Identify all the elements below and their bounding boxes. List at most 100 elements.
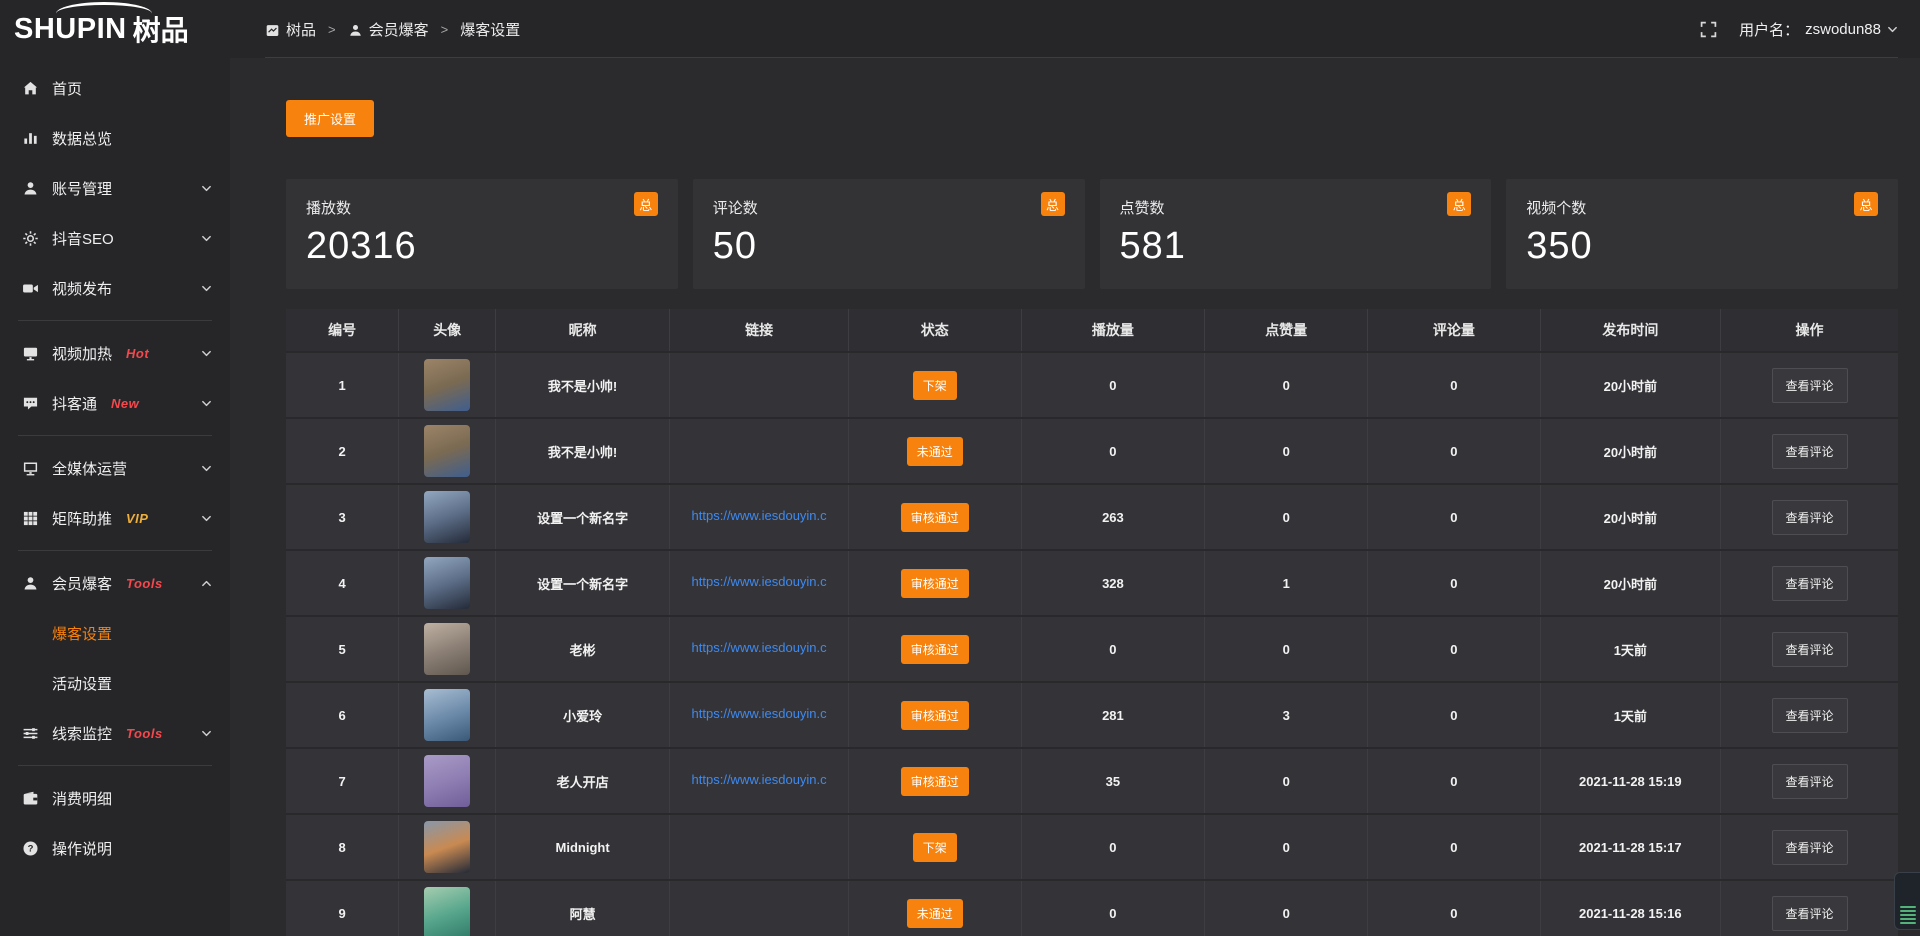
content: 推广设置 播放数总20316评论数总50点赞数总581视频个数总350 编号头像… bbox=[230, 58, 1920, 936]
sidebar-item-account-management[interactable]: 账号管理 bbox=[0, 163, 230, 213]
cell-likes: 0 bbox=[1205, 418, 1368, 484]
status-badge[interactable]: 未通过 bbox=[907, 437, 963, 466]
table-row: 3设置一个新名字https://www.iesdouyin.c审核通过26300… bbox=[286, 484, 1898, 550]
cell-link bbox=[670, 814, 849, 880]
sidebar-item-consumption-details[interactable]: 消费明细 bbox=[0, 773, 230, 823]
sidebar-item-data-overview[interactable]: 数据总览 bbox=[0, 113, 230, 163]
cell-avatar bbox=[399, 352, 496, 418]
sidebar-nav: 首页数据总览账号管理抖音SEO 视频发布视频加热Hot抖客通New 全媒体运营矩阵助… bbox=[0, 58, 230, 873]
table-row: 8Midnight下架0002021-11-28 15:17查看评论 bbox=[286, 814, 1898, 880]
chevron-down-icon bbox=[201, 233, 212, 244]
avatar bbox=[424, 821, 470, 873]
total-badge: 总 bbox=[1854, 192, 1878, 216]
status-badge[interactable]: 审核通过 bbox=[901, 767, 969, 796]
cell-plays: 328 bbox=[1021, 550, 1205, 616]
video-icon bbox=[22, 280, 39, 297]
sidebar-divider bbox=[18, 435, 212, 436]
cell-nickname: 设置一个新名字 bbox=[496, 550, 670, 616]
table-row: 5老彬https://www.iesdouyin.c审核通过0001天前查看评论 bbox=[286, 616, 1898, 682]
cell-avatar bbox=[399, 814, 496, 880]
table-body: 1我不是小帅!下架00020小时前查看评论2我不是小帅!未通过00020小时前查… bbox=[286, 352, 1898, 936]
cell-status: 审核通过 bbox=[849, 616, 1021, 682]
status-badge[interactable]: 下架 bbox=[913, 371, 957, 400]
sidebar-item-operation-guide[interactable]: ?操作说明 bbox=[0, 823, 230, 873]
sidebar-item-label: 抖音SEO bbox=[52, 228, 114, 249]
status-badge[interactable]: 审核通过 bbox=[901, 503, 969, 532]
username-label: 用户名： bbox=[1739, 19, 1799, 40]
sidebar-item-video-heat[interactable]: 视频加热Hot bbox=[0, 328, 230, 378]
stat-value: 50 bbox=[713, 225, 1065, 268]
cell-id: 2 bbox=[286, 418, 399, 484]
table-row: 1我不是小帅!下架00020小时前查看评论 bbox=[286, 352, 1898, 418]
breadcrumb-label: 爆客设置 bbox=[460, 19, 520, 40]
cell-plays: 0 bbox=[1021, 880, 1205, 936]
view-comments-button[interactable]: 查看评论 bbox=[1772, 632, 1848, 667]
view-comments-button[interactable]: 查看评论 bbox=[1772, 764, 1848, 799]
breadcrumb-item[interactable]: 树品 bbox=[265, 19, 316, 40]
sidebar-divider bbox=[18, 765, 212, 766]
view-comments-button[interactable]: 查看评论 bbox=[1772, 698, 1848, 733]
stats-row: 播放数总20316评论数总50点赞数总581视频个数总350 bbox=[286, 179, 1898, 289]
view-comments-button[interactable]: 查看评论 bbox=[1772, 500, 1848, 535]
sidebar-item-video-publish[interactable]: 视频发布 bbox=[0, 263, 230, 313]
svg-text:?: ? bbox=[28, 843, 34, 854]
sidebar-item-label: 会员爆客 bbox=[52, 573, 112, 594]
sidebar-item-doukетong[interactable]: 抖客通New bbox=[0, 378, 230, 428]
video-link[interactable]: https://www.iesdouyin.c bbox=[692, 574, 827, 589]
cell-avatar bbox=[399, 616, 496, 682]
sidebar-item-all-media[interactable]: 全媒体运营 bbox=[0, 443, 230, 493]
sidebar-item-matrix-boost[interactable]: 矩阵助推VIP bbox=[0, 493, 230, 543]
column-header: 点赞量 bbox=[1205, 309, 1368, 352]
data-table: 编号头像昵称链接状态播放量点赞量评论量发布时间操作 1我不是小帅!下架00020… bbox=[286, 309, 1898, 936]
sidebar-item-clue-monitor[interactable]: 线索监控Tools bbox=[0, 708, 230, 758]
sidebar-subitem-baoke-settings[interactable]: 爆客设置 bbox=[0, 608, 230, 658]
stat-card: 点赞数总581 bbox=[1100, 179, 1492, 289]
cell-actions: 查看评论 bbox=[1721, 748, 1898, 814]
cell-nickname: 小爱玲 bbox=[496, 682, 670, 748]
sidebar-item-douyin-seo[interactable]: 抖音SEO bbox=[0, 213, 230, 263]
username: zswodun88 bbox=[1805, 21, 1881, 38]
sidebar-item-label: 消费明细 bbox=[52, 788, 112, 809]
status-badge[interactable]: 审核通过 bbox=[901, 701, 969, 730]
chevron-down-icon bbox=[201, 513, 212, 524]
video-link[interactable]: https://www.iesdouyin.c bbox=[692, 772, 827, 787]
column-header: 编号 bbox=[286, 309, 399, 352]
video-link[interactable]: https://www.iesdouyin.c bbox=[692, 640, 827, 655]
home-icon bbox=[22, 80, 39, 97]
column-header: 头像 bbox=[399, 309, 496, 352]
floating-widget[interactable] bbox=[1894, 872, 1920, 930]
video-link[interactable]: https://www.iesdouyin.c bbox=[692, 508, 827, 523]
cell-link: https://www.iesdouyin.c bbox=[670, 682, 849, 748]
sidebar-item-member-baoke[interactable]: 会员爆客Tools bbox=[0, 558, 230, 608]
promo-settings-button[interactable]: 推广设置 bbox=[286, 100, 374, 137]
stat-label: 点赞数 bbox=[1120, 197, 1472, 218]
status-badge[interactable]: 审核通过 bbox=[901, 635, 969, 664]
chevron-up-icon bbox=[201, 578, 212, 589]
status-badge[interactable]: 未通过 bbox=[907, 899, 963, 928]
cell-plays: 0 bbox=[1021, 616, 1205, 682]
cell-link: https://www.iesdouyin.c bbox=[670, 484, 849, 550]
status-badge[interactable]: 下架 bbox=[913, 833, 957, 862]
sidebar: SHUPIN 树品 首页数据总览账号管理抖音SEO视频发布视频加热Hot抖客通N… bbox=[0, 0, 230, 936]
view-comments-button[interactable]: 查看评论 bbox=[1772, 896, 1848, 931]
sidebar-item-home[interactable]: 首页 bbox=[0, 63, 230, 113]
view-comments-button[interactable]: 查看评论 bbox=[1772, 830, 1848, 865]
fullscreen-icon[interactable] bbox=[1700, 21, 1717, 38]
cell-actions: 查看评论 bbox=[1721, 814, 1898, 880]
chevron-down-icon bbox=[201, 348, 212, 359]
sidebar-item-label: 抖客通 bbox=[52, 393, 97, 414]
status-badge[interactable]: 审核通过 bbox=[901, 569, 969, 598]
breadcrumb-item[interactable]: 会员爆客 bbox=[348, 19, 429, 40]
sidebar-subitem-activity-settings[interactable]: 活动设置 bbox=[0, 658, 230, 708]
user-menu[interactable]: 用户名： zswodun88 bbox=[1739, 19, 1898, 40]
view-comments-button[interactable]: 查看评论 bbox=[1772, 434, 1848, 469]
cell-link bbox=[670, 880, 849, 936]
column-header: 发布时间 bbox=[1540, 309, 1721, 352]
view-comments-button[interactable]: 查看评论 bbox=[1772, 566, 1848, 601]
cell-likes: 0 bbox=[1205, 484, 1368, 550]
view-comments-button[interactable]: 查看评论 bbox=[1772, 368, 1848, 403]
user-icon bbox=[348, 22, 363, 37]
video-link[interactable]: https://www.iesdouyin.c bbox=[692, 706, 827, 721]
wallet-icon bbox=[22, 790, 39, 807]
cell-link: https://www.iesdouyin.c bbox=[670, 616, 849, 682]
